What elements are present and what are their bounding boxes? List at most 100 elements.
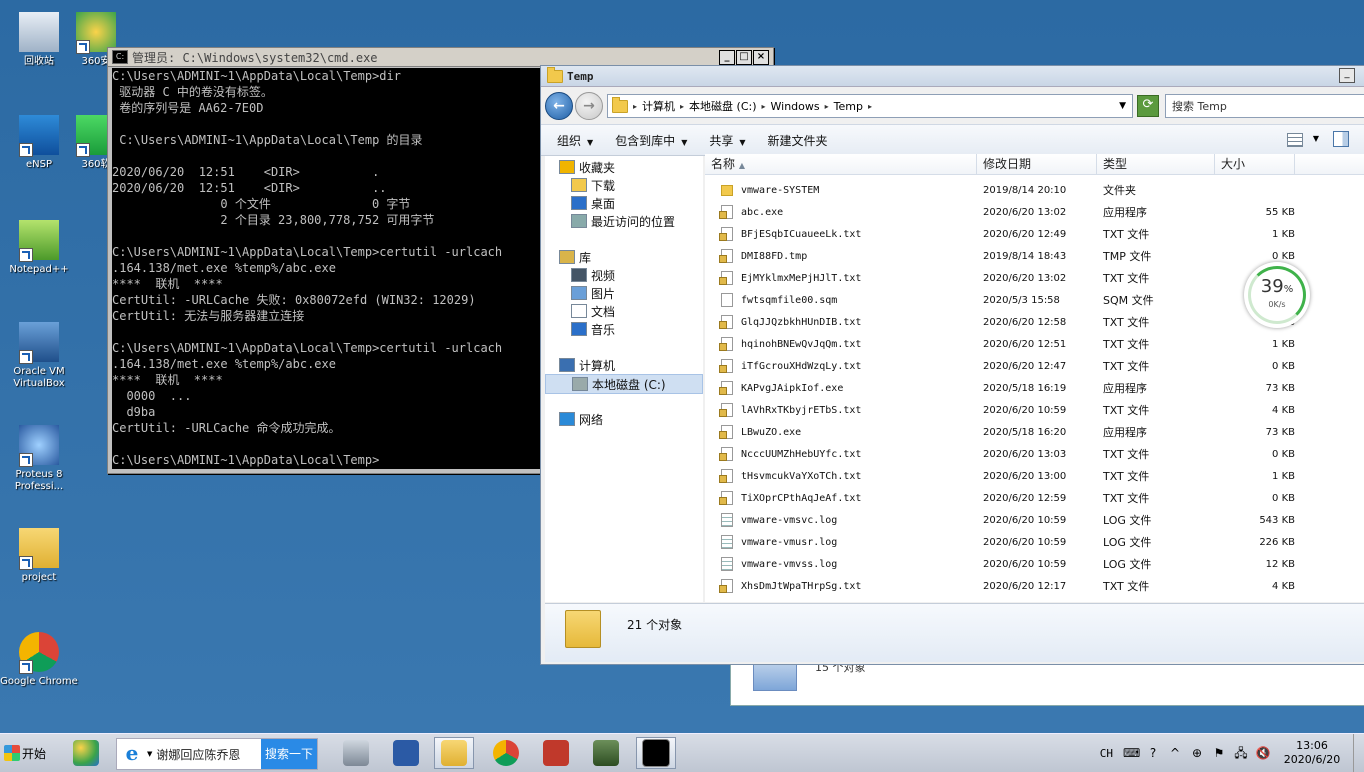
start-button[interactable]: 开始 <box>4 740 46 766</box>
desktop-icon[interactable]: eNSP <box>0 115 78 171</box>
search-input[interactable]: 搜索 Temp <box>1165 94 1364 118</box>
nav-item[interactable]: 库 <box>545 248 591 266</box>
clock[interactable]: 13:06 2020/6/20 <box>1277 739 1347 767</box>
taskbar-powershell[interactable] <box>386 737 426 769</box>
column-type[interactable]: 类型 <box>1097 154 1215 174</box>
keyboard-icon[interactable]: ⌨ <box>1123 745 1140 761</box>
desktop-icon[interactable]: Oracle VM VirtualBox <box>0 322 78 390</box>
taskbar-explorer[interactable] <box>434 737 474 769</box>
new-folder-button[interactable]: 新建文件夹 <box>768 132 828 149</box>
file-type: TMP 文件 <box>1103 250 1152 263</box>
nav-item[interactable]: 下载 <box>545 176 615 194</box>
forward-button[interactable]: → <box>575 92 603 120</box>
file-date: 2020/6/20 10:59 <box>983 536 1067 548</box>
nav-item[interactable]: 图片 <box>545 284 615 302</box>
nav-item[interactable]: 收藏夹 <box>545 158 615 176</box>
organize-menu[interactable]: 组织 ▼ <box>557 132 593 149</box>
desktop-icon[interactable]: project <box>0 528 78 584</box>
explorer-titlebar[interactable]: Temp _ <box>541 66 1364 87</box>
file-date: 2020/6/20 12:17 <box>983 580 1067 592</box>
chevron-down-icon[interactable]: ▼ <box>147 750 152 758</box>
desktop-icon[interactable]: Google Chrome <box>0 632 78 688</box>
file-row[interactable]: abc.exe 2020/6/20 13:02 应用程序 55 KB <box>705 201 1364 223</box>
file-row[interactable]: KAPvgJAipkIof.exe 2020/5/18 16:19 应用程序 73 K… <box>705 377 1364 399</box>
file-name-cell: vmware-vmusr.log <box>705 535 977 549</box>
network-icon[interactable]: 🖧 <box>1233 745 1249 761</box>
preview-pane-icon[interactable] <box>1333 131 1349 147</box>
search-query[interactable]: 谢娜回应陈乔恩 <box>156 746 261 763</box>
breadcrumb[interactable]: ▸ 计算机 ▸ 本地磁盘 (C:) ▸ Windows ▸ Temp ▸ ▼ <box>607 94 1133 118</box>
chevron-right-icon[interactable]: ▸ <box>680 102 684 111</box>
file-row[interactable]: vmware-vmsvc.log 2020/6/20 10:59 LOG 文件 543… <box>705 509 1364 531</box>
file-name: abc.exe <box>741 206 784 218</box>
window-title: Temp <box>567 69 594 83</box>
file-row[interactable]: hqinohBNEwQvJqQm.txt 2020/6/20 12:51 TXT 文… <box>705 333 1364 355</box>
minimize-button[interactable]: _ <box>719 50 735 65</box>
file-row[interactable]: vmware-vmusr.log 2020/6/20 10:59 LOG 文件 226… <box>705 531 1364 553</box>
taskbar-chrome[interactable] <box>486 737 526 769</box>
chevron-right-icon[interactable]: ▸ <box>633 102 637 111</box>
column-date[interactable]: 修改日期 <box>977 154 1097 174</box>
include-in-library-menu[interactable]: 包含到库中 ▼ <box>615 132 687 149</box>
file-row[interactable]: vmware-SYSTEM 2019/8/14 20:10 文件夹 <box>705 179 1364 201</box>
nav-item[interactable]: 视频 <box>545 266 615 284</box>
file-row[interactable]: iTfGcrouXHdWzqLy.txt 2020/6/20 12:47 TXT 文… <box>705 355 1364 377</box>
chevron-down-icon[interactable]: ▼ <box>1119 101 1126 111</box>
maximize-button[interactable]: □ <box>736 50 752 65</box>
search-button[interactable]: 搜索一下 <box>261 739 317 769</box>
close-button[interactable]: × <box>753 50 769 65</box>
file-name-cell: KAPvgJAipkIof.exe <box>705 381 977 395</box>
desktop-icon[interactable]: 回收站 <box>0 12 78 68</box>
network-speed-widget[interactable]: 39% 0K/s <box>1244 262 1310 328</box>
desktop-icon[interactable]: Notepad++ <box>0 220 78 276</box>
chevron-down-icon[interactable]: ▼ <box>1313 134 1319 143</box>
desktop-icon-label: eNSP <box>25 159 52 170</box>
nav-item[interactable]: 计算机 <box>545 356 615 374</box>
share-menu[interactable]: 共享 ▼ <box>709 132 745 149</box>
nav-item[interactable]: 本地磁盘 (C:) <box>545 374 703 394</box>
taskbar-360-app[interactable] <box>66 737 106 769</box>
chevron-right-icon[interactable]: ▸ <box>762 102 766 111</box>
file-row[interactable]: vmware-vmvss.log 2020/6/20 10:59 LOG 文件 12 … <box>705 553 1364 575</box>
view-options-icon[interactable] <box>1287 133 1303 147</box>
flag-icon[interactable]: ⚑ <box>1211 745 1227 761</box>
nav-item[interactable]: 音乐 <box>545 320 615 338</box>
nav-item[interactable]: 文档 <box>545 302 615 320</box>
column-name[interactable]: 名称 ▲ <box>705 154 977 174</box>
column-size[interactable]: 大小 <box>1215 154 1295 174</box>
nav-item[interactable]: 桌面 <box>545 194 615 212</box>
breadcrumb-drive[interactable]: 本地磁盘 (C:) <box>689 98 756 114</box>
nav-item[interactable]: 最近访问的位置 <box>545 212 675 230</box>
breadcrumb-computer[interactable]: 计算机 <box>642 98 675 114</box>
taskbar-cmd[interactable] <box>636 737 676 769</box>
file-row[interactable]: lAVhRxTKbyjrETbS.txt 2020/6/20 10:59 TXT 文… <box>705 399 1364 421</box>
input-language[interactable]: CH <box>1100 747 1113 760</box>
file-row[interactable]: BFjESqbICuaueeLk.txt 2020/6/20 12:49 TXT 文… <box>705 223 1364 245</box>
file-row[interactable]: NcccUUMZhHebUYfc.txt 2020/6/20 13:03 TXT 文… <box>705 443 1364 465</box>
minimize-button[interactable]: _ <box>1339 68 1355 83</box>
file-row[interactable]: tHsvmcukVaYXoTCh.txt 2020/6/20 13:00 TXT 文… <box>705 465 1364 487</box>
taskbar-toolbox[interactable] <box>536 737 576 769</box>
chevron-right-icon[interactable]: ▸ <box>868 102 872 111</box>
chevron-right-icon[interactable]: ▸ <box>825 102 829 111</box>
volume-muted-icon[interactable]: 🔇 <box>1255 745 1271 761</box>
360-tray-icon[interactable]: ⊕ <box>1189 745 1205 761</box>
taskbar-server-manager[interactable] <box>336 737 376 769</box>
percent-sign: % <box>1283 284 1294 295</box>
show-desktop-button[interactable] <box>1353 734 1364 772</box>
file-size: 55 KB <box>1265 206 1295 218</box>
file-row[interactable]: XhsDmJtWpaTHrpSg.txt 2020/6/20 12:17 TXT 文… <box>705 575 1364 597</box>
file-row[interactable]: TiXOprCPthAqJeAf.txt 2020/6/20 12:59 TXT 文… <box>705 487 1364 509</box>
desktop-icon[interactable]: Proteus 8 Professi... <box>0 425 78 493</box>
file-row[interactable]: LBwuZO.exe 2020/5/18 16:20 应用程序 73 KB <box>705 421 1364 443</box>
explorer-window[interactable]: Temp _ ← → ▸ 计算机 ▸ 本地磁盘 (C:) ▸ Windows ▸… <box>540 65 1364 665</box>
nav-item[interactable]: 网络 <box>545 410 603 428</box>
breadcrumb-temp[interactable]: Temp <box>834 100 863 113</box>
chevron-up-icon[interactable]: ^ <box>1167 745 1183 761</box>
refresh-button[interactable]: ⟳ <box>1137 95 1159 117</box>
breadcrumb-windows[interactable]: Windows <box>771 100 820 113</box>
ie-search-bar[interactable]: e ▼ 谢娜回应陈乔恩 搜索一下 <box>116 738 318 770</box>
help-icon[interactable]: ? <box>1145 745 1161 761</box>
taskbar-network-app[interactable] <box>586 737 626 769</box>
back-button[interactable]: ← <box>545 92 573 120</box>
